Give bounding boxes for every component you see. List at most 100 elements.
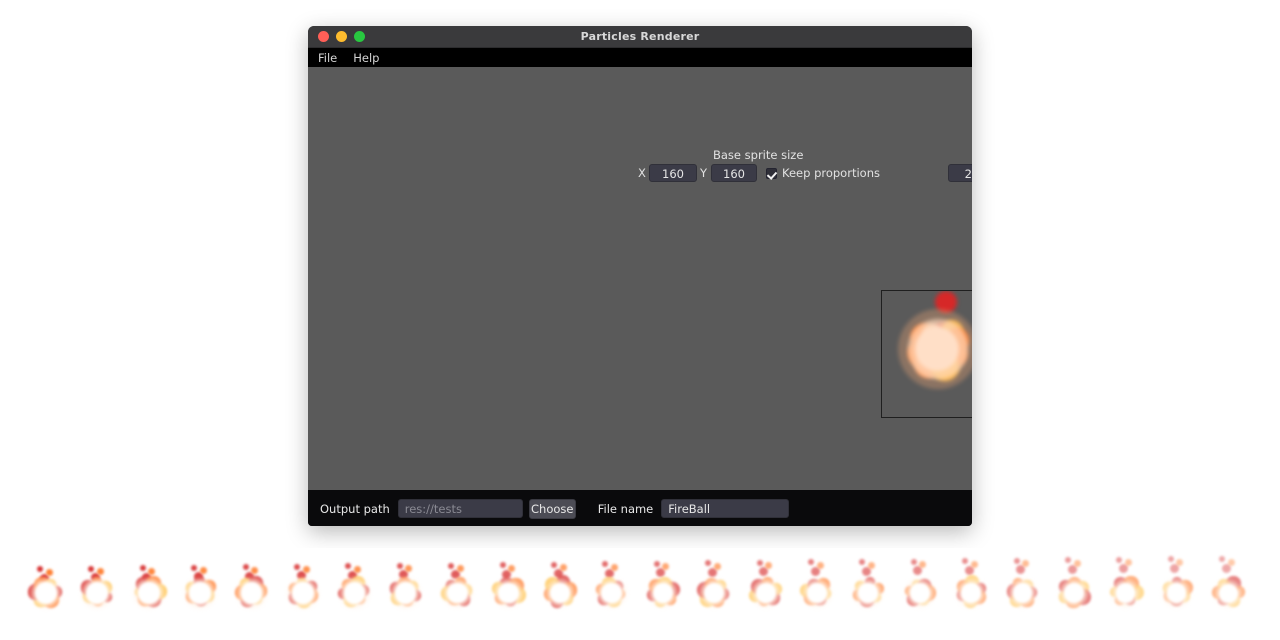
sprite-frame (1052, 557, 1096, 618)
output-bar: Output path res://tests Choose File name… (308, 490, 972, 526)
sprite-frame (127, 562, 171, 618)
sprite-core (35, 582, 57, 604)
sprite-spark (919, 561, 927, 569)
sprite-frame (692, 560, 736, 618)
sprite-core (1218, 583, 1238, 603)
sprite-spark (1176, 558, 1184, 566)
sprite-spark (139, 565, 146, 572)
sprite-spark (610, 563, 618, 571)
sprite-spark (910, 558, 917, 565)
base-sprite-y-input[interactable]: 160 (711, 164, 757, 182)
sprite-sheet-strip (0, 548, 1280, 640)
sprite-frame (589, 561, 633, 618)
sprite-core (1167, 583, 1187, 603)
sprite-core (395, 582, 417, 604)
base-y-label: Y (700, 166, 708, 180)
sprite-spark (662, 563, 670, 571)
sprite-core (240, 582, 263, 604)
sprite-spark (405, 565, 413, 573)
sprite-spark (96, 568, 104, 576)
sprite-frame (1001, 557, 1045, 618)
file-name-label: File name (597, 501, 654, 516)
base-sprite-x-input[interactable]: 160 (649, 164, 697, 182)
sprite-frame (1155, 556, 1199, 618)
sprite-core (601, 582, 622, 604)
file-name-input[interactable]: FireBall (661, 499, 790, 518)
sprite-frame (487, 562, 531, 618)
max-frames-input[interactable]: 24 (948, 164, 972, 182)
window-controls (318, 31, 365, 42)
sprite-core (137, 582, 160, 604)
sprite-spark (37, 566, 43, 572)
sprite-frame (178, 562, 222, 618)
close-button[interactable] (318, 31, 329, 42)
sprite-spark (45, 568, 53, 576)
menu-item-file[interactable]: File (318, 51, 337, 65)
sprite-spark (859, 559, 866, 566)
menu-item-help[interactable]: Help (353, 51, 379, 65)
sprite-spark (602, 561, 609, 568)
sprite-core (1115, 583, 1135, 603)
sprite-spark (970, 560, 978, 568)
sprite-core (446, 582, 468, 604)
output-path-label: Output path (320, 501, 390, 516)
sprite-spark (867, 561, 875, 569)
sprite-frame (1103, 556, 1147, 618)
choose-button[interactable]: Choose (528, 498, 576, 519)
sprite-spark (1227, 558, 1235, 566)
sprite-frame (24, 562, 68, 618)
keep-proportions-checkbox[interactable]: Keep proportions (766, 166, 880, 180)
sprite-spark (508, 564, 516, 572)
sprite-spark (448, 562, 455, 569)
base-sprite-size-label: Base sprite size (713, 148, 804, 162)
sprite-spark (353, 565, 361, 573)
sprite-core (1064, 583, 1084, 603)
sprite-spark (251, 566, 259, 574)
sprite-core (343, 582, 365, 604)
sprite-spark (242, 564, 249, 571)
sprite-spark (1073, 559, 1081, 567)
sprite-spark (1013, 557, 1020, 564)
sprite-frame (641, 560, 685, 618)
window-titlebar[interactable]: Particles Renderer (308, 26, 972, 48)
maximize-button[interactable] (354, 31, 365, 42)
sprite-spark (499, 562, 506, 569)
sprite-core (1012, 583, 1033, 603)
sprite-spark (1219, 556, 1226, 562)
sprite-core (292, 582, 314, 604)
sprite-frame (435, 562, 479, 618)
particle-blob (898, 309, 972, 389)
sprite-spark (396, 562, 403, 569)
sprite-spark (1116, 556, 1123, 563)
sprite-spark (962, 558, 969, 565)
sprite-frame (898, 558, 942, 618)
sprite-core (498, 582, 519, 604)
base-x-label: X (638, 166, 646, 180)
sprite-spark (345, 563, 352, 570)
sprite-spark (1124, 559, 1132, 567)
sprite-spark (551, 561, 557, 568)
sprite-spark (765, 562, 773, 570)
sprite-spark (1065, 557, 1071, 564)
window-title: Particles Renderer (580, 30, 700, 43)
minimize-button[interactable] (336, 31, 347, 42)
sprite-spark (191, 564, 198, 571)
sprite-frame (332, 562, 376, 618)
sprite-frame (538, 561, 582, 618)
sprite-spark (713, 562, 721, 570)
sprite-spark (199, 567, 207, 575)
sprite-spark (653, 560, 660, 567)
sprite-spark (705, 560, 712, 567)
output-path-input[interactable]: res://tests (397, 499, 523, 518)
sprite-core (806, 582, 827, 603)
sprite-core (652, 582, 673, 604)
sprite-spark (756, 559, 763, 566)
sprite-spark (456, 565, 464, 573)
sprite-spark (294, 563, 300, 570)
sprite-frame (744, 559, 788, 618)
particle-preview-viewport[interactable] (881, 290, 972, 418)
sprite-core (189, 582, 211, 604)
sprite-spark (148, 567, 156, 575)
menu-bar: File Help (308, 48, 972, 67)
sprite-spark (302, 566, 310, 574)
